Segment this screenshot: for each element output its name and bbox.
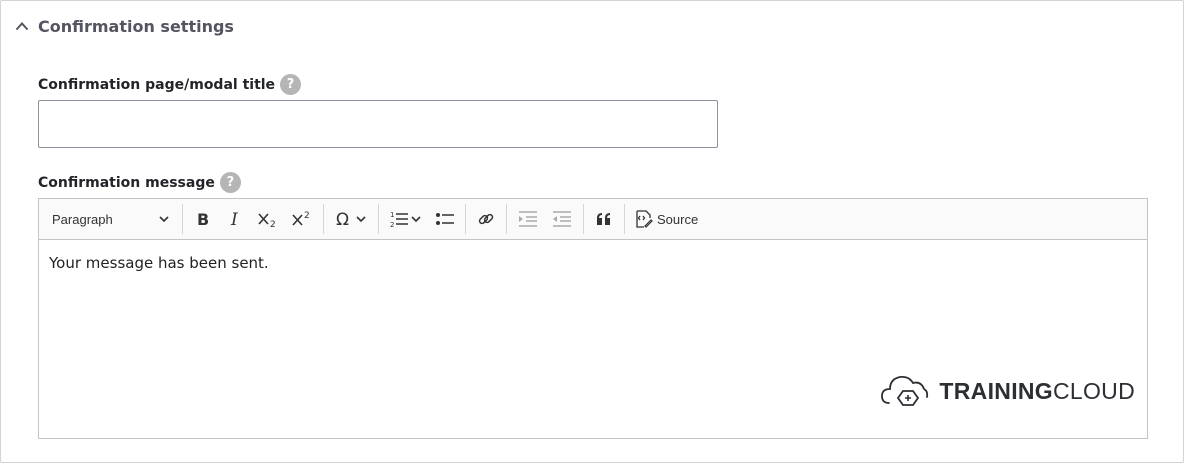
toolbar-separator xyxy=(624,204,625,234)
chevron-up-icon xyxy=(15,19,29,33)
svg-text:2: 2 xyxy=(270,220,276,228)
svg-text:1: 1 xyxy=(390,211,394,219)
toolbar-separator xyxy=(323,204,324,234)
outdent-icon xyxy=(518,211,538,227)
link-icon xyxy=(477,210,495,228)
rich-text-editor: Paragraph B I 2 2 Ω 1 2 Source Your mess… xyxy=(38,198,1148,439)
italic-icon: I xyxy=(227,211,243,227)
svg-text:2: 2 xyxy=(304,211,310,221)
subscript-icon: 2 xyxy=(257,210,279,228)
toolbar-separator xyxy=(506,204,507,234)
special-characters-icon: Ω xyxy=(335,210,355,228)
chevron-down-icon xyxy=(410,213,422,225)
link-button[interactable] xyxy=(470,204,502,234)
bold-button[interactable]: B xyxy=(187,204,219,234)
brand-word-2: CLOUD xyxy=(1052,377,1135,404)
toolbar-separator xyxy=(583,204,584,234)
indent-button[interactable] xyxy=(545,204,579,234)
editor-paragraph[interactable]: Your message has been sent. xyxy=(49,254,1137,272)
svg-text:2: 2 xyxy=(390,221,394,228)
trainingcloud-logo: TRAININGCLOUD xyxy=(881,369,1135,413)
source-icon xyxy=(635,210,657,228)
chevron-down-icon xyxy=(355,213,367,225)
subscript-button[interactable]: 2 xyxy=(251,204,285,234)
editor-toolbar: Paragraph B I 2 2 Ω 1 2 Source xyxy=(39,199,1147,240)
help-icon[interactable]: ? xyxy=(280,74,302,95)
toolbar-separator xyxy=(378,204,379,234)
blockquote-button[interactable] xyxy=(588,204,620,234)
message-field-label: Confirmation message ? xyxy=(38,172,241,193)
brand-wordmark: TRAININGCLOUD xyxy=(939,378,1135,405)
help-icon[interactable]: ? xyxy=(219,172,241,193)
bulleted-list-icon xyxy=(435,211,455,227)
cloud-logo-icon xyxy=(881,369,929,413)
special-characters-dropdown[interactable]: Ω xyxy=(328,204,374,234)
toolbar-separator xyxy=(182,204,183,234)
blockquote-icon xyxy=(596,212,612,226)
section-toggle[interactable]: Confirmation settings xyxy=(15,14,234,38)
brand-word-1: TRAINING xyxy=(939,377,1053,404)
bulleted-list-button[interactable] xyxy=(429,204,461,234)
message-label-text: Confirmation message xyxy=(38,174,215,191)
section-title: Confirmation settings xyxy=(38,16,234,36)
source-button[interactable]: Source xyxy=(629,204,704,234)
svg-text:I: I xyxy=(230,211,238,227)
numbered-list-icon: 12 xyxy=(390,210,410,228)
numbered-list-dropdown[interactable]: 12 xyxy=(383,204,429,234)
indent-icon xyxy=(552,211,572,227)
superscript-icon: 2 xyxy=(291,210,313,228)
chevron-down-icon xyxy=(158,213,170,225)
toolbar-separator xyxy=(465,204,466,234)
paragraph-format-dropdown[interactable]: Paragraph xyxy=(44,204,178,234)
confirmation-settings-panel: Confirmation settings Confirmation page/… xyxy=(0,0,1184,463)
svg-text:Ω: Ω xyxy=(336,210,349,228)
source-label: Source xyxy=(657,211,699,227)
paragraph-format-label: Paragraph xyxy=(52,211,113,227)
svg-text:B: B xyxy=(197,211,209,227)
italic-button[interactable]: I xyxy=(219,204,251,234)
title-input[interactable] xyxy=(38,100,718,148)
bold-icon: B xyxy=(195,211,211,227)
outdent-button[interactable] xyxy=(511,204,545,234)
editor-content-area[interactable]: Your message has been sent. TRAININGCLOU… xyxy=(39,240,1147,438)
title-field-label: Confirmation page/modal title ? xyxy=(38,74,302,95)
superscript-button[interactable]: 2 xyxy=(285,204,319,234)
title-label-text: Confirmation page/modal title xyxy=(38,76,276,93)
